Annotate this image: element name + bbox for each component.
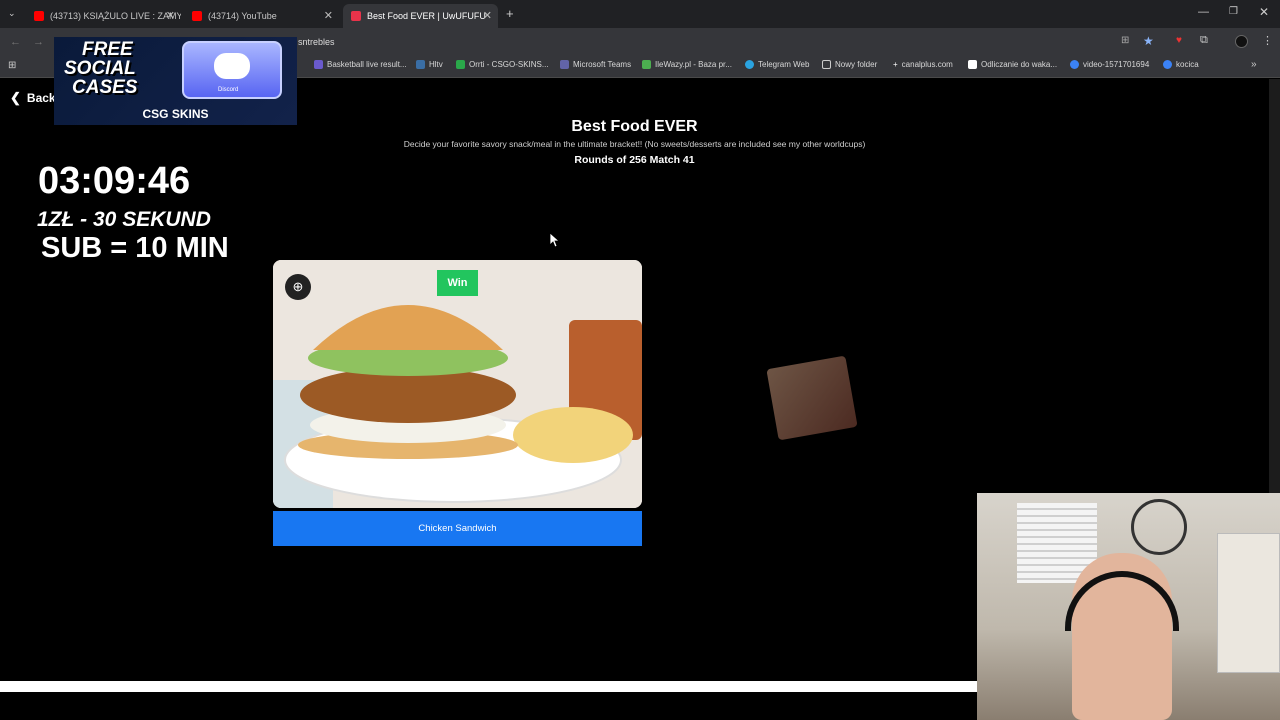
minimize-icon[interactable]: — bbox=[1198, 6, 1209, 18]
browser-tab-bar: ⌄ (43713) KSIĄŻULO LIVE : ZAMY ✕ (43714)… bbox=[0, 0, 1280, 28]
tab-title: Best Food EVER | UwUFUFU bbox=[367, 11, 486, 21]
chicken-sandwich-image bbox=[273, 260, 642, 508]
bookmark-label: video-1571701694 bbox=[1083, 60, 1150, 69]
bookmark-label: IleWazy.pl - Baza pr... bbox=[655, 60, 732, 69]
translate-icon[interactable]: ⊞ bbox=[1121, 35, 1129, 46]
more-bookmarks-icon[interactable]: » bbox=[1251, 59, 1257, 70]
discord-case-icon: Discord bbox=[182, 41, 282, 99]
streamer-webcam bbox=[977, 493, 1280, 720]
extension-icon[interactable]: ♥ bbox=[1176, 35, 1182, 46]
folder-icon bbox=[822, 60, 831, 69]
stream-timer: 03:09:46 bbox=[38, 160, 191, 202]
back-nav-icon[interactable]: ← bbox=[10, 36, 21, 48]
close-tab-icon[interactable]: ✕ bbox=[324, 9, 333, 22]
bookmark-label: Nowy folder bbox=[835, 60, 878, 69]
worldcup-title: Best Food EVER bbox=[571, 118, 698, 135]
bookmark-favicon-icon bbox=[456, 60, 465, 69]
close-window-icon[interactable]: ✕ bbox=[1259, 5, 1269, 19]
bookmark-kocica[interactable]: kocica bbox=[1163, 60, 1199, 69]
bookmark-odliczanie[interactable]: Odliczanie do waka... bbox=[968, 60, 1057, 69]
losing-option-thumbnail bbox=[766, 355, 858, 441]
extensions-puzzle-icon[interactable]: ⧉ bbox=[1200, 34, 1208, 47]
browser-menu-icon[interactable]: ⋮ bbox=[1262, 34, 1273, 47]
youtube-icon bbox=[34, 11, 44, 21]
win-badge: Win bbox=[437, 270, 478, 296]
bookmark-favicon-icon bbox=[314, 60, 323, 69]
bookmark-microsoft-teams[interactable]: Microsoft Teams bbox=[560, 60, 631, 69]
bookmark-nowy-folder[interactable]: Nowy folder bbox=[822, 60, 877, 69]
bookmark-label: Basketball live result... bbox=[327, 60, 407, 69]
back-link[interactable]: ❮ Back bbox=[10, 90, 56, 106]
bookmark-telegram[interactable]: Telegram Web bbox=[745, 60, 809, 69]
bookmark-label: Orrti - CSGO-SKINS... bbox=[469, 60, 549, 69]
youtube-icon bbox=[192, 11, 202, 21]
bookmark-favicon-icon bbox=[416, 60, 425, 69]
stream-overlay-ad: FREE SOCIAL CASES Discord CSG SKINS bbox=[54, 37, 297, 125]
bookmark-favicon-icon bbox=[642, 60, 651, 69]
bookmark-favicon-icon bbox=[1163, 60, 1172, 69]
ad-line-social: SOCIAL bbox=[64, 58, 136, 79]
bookmark-orrti[interactable]: Orrti - CSGO-SKINS... bbox=[456, 60, 549, 69]
horizontal-scrollbar[interactable] bbox=[0, 681, 977, 692]
bookmark-canalplus[interactable]: + canalplus.com bbox=[893, 60, 953, 69]
apps-grid-icon[interactable]: ⊞ bbox=[8, 60, 16, 71]
plus-icon: + bbox=[893, 60, 898, 69]
bookmark-ilewazy[interactable]: IleWazy.pl - Baza pr... bbox=[642, 60, 732, 69]
bookmark-favicon-icon bbox=[1070, 60, 1079, 69]
bookmark-basketball[interactable]: Basketball live result... bbox=[314, 60, 407, 69]
bookmark-favicon-icon bbox=[968, 60, 977, 69]
worldcup-rounds: Rounds of 256 Match 41 bbox=[574, 154, 695, 166]
option-button-chicken-sandwich[interactable]: Chicken Sandwich bbox=[273, 511, 642, 546]
tab-title: (43714) YouTube bbox=[208, 11, 277, 21]
bookmark-label: kocica bbox=[1176, 60, 1199, 69]
ad-line-cases: CASES bbox=[72, 77, 138, 98]
tab-ksiazulo-live[interactable]: (43713) KSIĄŻULO LIVE : ZAMY ✕ bbox=[26, 4, 181, 28]
wall-clock-icon bbox=[1131, 499, 1187, 555]
stream-sub-info: SUB = 10 MIN bbox=[41, 232, 229, 264]
discord-badge: Discord bbox=[218, 87, 239, 93]
bookmark-label: Microsoft Teams bbox=[573, 60, 632, 69]
bookmark-video[interactable]: video-1571701694 bbox=[1070, 60, 1149, 69]
tab-list-chevron-icon[interactable]: ⌄ bbox=[8, 8, 16, 19]
bookmark-label: Hltv bbox=[429, 60, 443, 69]
restore-icon[interactable]: ❐ bbox=[1229, 6, 1238, 17]
forward-nav-icon[interactable]: → bbox=[33, 36, 44, 48]
shelf bbox=[1217, 533, 1280, 673]
url-text[interactable]: sntrebles bbox=[298, 37, 335, 47]
bookmark-favicon-icon bbox=[745, 60, 754, 69]
bookmark-hltv[interactable]: Hltv bbox=[416, 60, 443, 69]
tab-best-food-ever[interactable]: Best Food EVER | UwUFUFU ✕ bbox=[343, 4, 498, 28]
chevron-left-icon: ❮ bbox=[10, 90, 21, 105]
tab-youtube[interactable]: (43714) YouTube ✕ bbox=[184, 4, 339, 28]
bookmark-label: Odliczanie do waka... bbox=[981, 60, 1058, 69]
close-tab-icon[interactable]: ✕ bbox=[166, 9, 175, 22]
new-tab-icon[interactable]: + bbox=[506, 6, 514, 21]
bookmark-label: Telegram Web bbox=[758, 60, 810, 69]
bookmark-star-icon[interactable]: ★ bbox=[1143, 34, 1154, 48]
stream-rate: 1ZŁ - 30 SEKUND bbox=[37, 208, 211, 231]
uwufufu-icon bbox=[351, 11, 361, 21]
close-tab-icon[interactable]: ✕ bbox=[483, 9, 492, 22]
zoom-in-icon[interactable]: ⊕ bbox=[285, 274, 311, 300]
ad-line-free: FREE bbox=[82, 39, 133, 60]
profile-avatar-icon[interactable] bbox=[1235, 35, 1248, 48]
back-label: Back bbox=[26, 91, 56, 105]
option-card-chicken-sandwich[interactable]: ⊕ Win bbox=[273, 260, 642, 508]
worldcup-description: Decide your favorite savory snack/meal i… bbox=[403, 139, 866, 149]
mouse-cursor-icon bbox=[550, 233, 560, 248]
bookmark-label: canalplus.com bbox=[901, 60, 953, 69]
bookmark-favicon-icon bbox=[560, 60, 569, 69]
tab-title: (43713) KSIĄŻULO LIVE : ZAMY bbox=[50, 11, 181, 21]
